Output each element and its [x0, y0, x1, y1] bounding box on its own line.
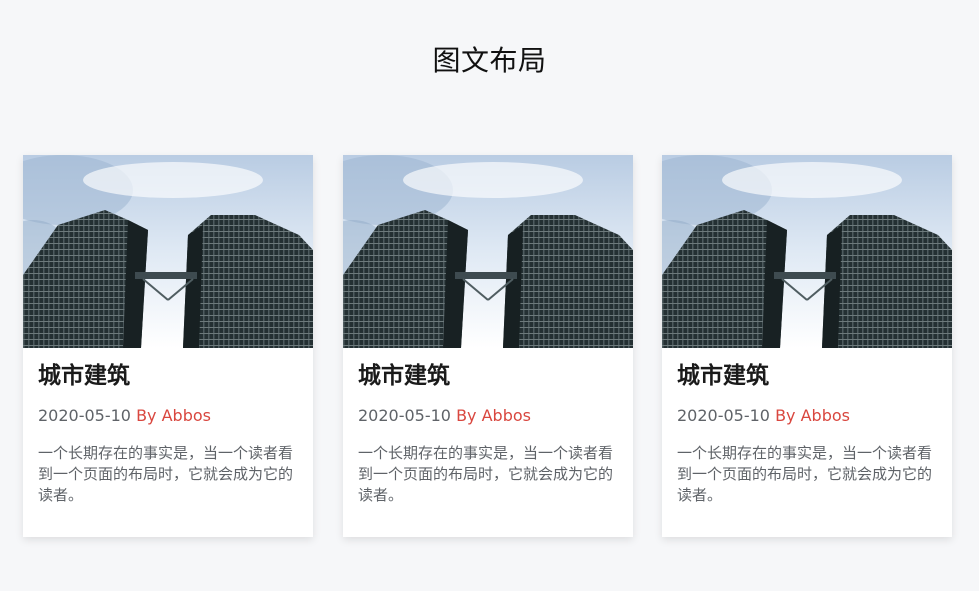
article-card[interactable]: 城市建筑 2020-05-10 By Abbos 一个长期存在的事实是，当一个读… [343, 155, 633, 537]
page-title: 图文布局 [432, 43, 547, 77]
tower-image [662, 155, 952, 348]
card-author-link[interactable]: By Abbos [136, 406, 211, 425]
card-author-link[interactable]: By Abbos [456, 406, 531, 425]
card-title: 城市建筑 [38, 363, 130, 389]
card-meta: 2020-05-10 By Abbos [677, 404, 850, 428]
card-date: 2020-05-10 [38, 406, 131, 425]
card-description: 一个长期存在的事实是，当一个读者看到一个页面的布局时，它就会成为它的读者。 [677, 444, 933, 504]
article-card[interactable]: 城市建筑 2020-05-10 By Abbos 一个长期存在的事实是，当一个读… [662, 155, 952, 537]
tower-image [23, 155, 313, 348]
card-description: 一个长期存在的事实是，当一个读者看到一个页面的布局时，它就会成为它的读者。 [358, 444, 614, 504]
card-date: 2020-05-10 [677, 406, 770, 425]
card-description: 一个长期存在的事实是，当一个读者看到一个页面的布局时，它就会成为它的读者。 [38, 444, 294, 504]
card-title: 城市建筑 [358, 363, 450, 389]
article-card[interactable]: 城市建筑 2020-05-10 By Abbos 一个长期存在的事实是，当一个读… [23, 155, 313, 537]
tower-image [343, 155, 633, 348]
card-date: 2020-05-10 [358, 406, 451, 425]
card-grid: 城市建筑 2020-05-10 By Abbos 一个长期存在的事实是，当一个读… [23, 155, 963, 537]
card-meta: 2020-05-10 By Abbos [358, 404, 531, 428]
card-author-link[interactable]: By Abbos [775, 406, 850, 425]
card-title: 城市建筑 [677, 363, 769, 389]
card-meta: 2020-05-10 By Abbos [38, 404, 211, 428]
